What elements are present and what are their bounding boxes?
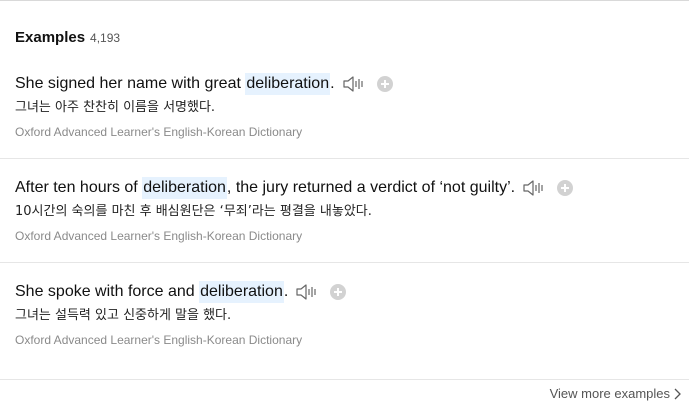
plus-icon[interactable] <box>557 180 574 196</box>
example-source[interactable]: Oxford Advanced Learner's English-Korean… <box>15 332 689 348</box>
view-more-link[interactable]: View more examples <box>550 386 681 401</box>
examples-count: 4,193 <box>90 31 121 45</box>
sentence-text: . <box>283 283 289 300</box>
plus-icon[interactable] <box>376 76 393 92</box>
view-more-label: View more examples <box>549 386 670 401</box>
divider <box>0 262 689 263</box>
sentence-text: , the jury returned a verdict of ‘not gu… <box>226 179 516 196</box>
examples-header: Examples 4,193 <box>15 29 120 46</box>
footer-divider <box>0 379 689 380</box>
highlighted-term[interactable]: deliberation <box>142 177 227 199</box>
speaker-icon[interactable] <box>294 282 320 302</box>
example-source[interactable]: Oxford Advanced Learner's English-Korean… <box>15 124 689 140</box>
speaker-icon[interactable] <box>341 74 367 94</box>
example-translation: 10시간의 숙의를 마친 후 배심원단은 ‘무죄’라는 평결을 내놓았다. <box>15 204 372 219</box>
example-translation: 그녀는 아주 찬찬히 이름을 서명했다. <box>15 100 216 115</box>
divider <box>0 158 689 159</box>
example-sentence: She signed her name with great deliberat… <box>15 73 689 95</box>
sentence-text: After ten hours of <box>15 179 143 196</box>
plus-icon[interactable] <box>330 284 347 300</box>
examples-panel: Examples 4,193 She signed her name with … <box>0 0 689 409</box>
highlighted-term[interactable]: deliberation <box>199 281 284 303</box>
highlighted-term[interactable]: deliberation <box>245 73 331 95</box>
sentence-text: She spoke with force and <box>15 283 200 300</box>
example-item: After ten hours of deliberation , the ju… <box>0 177 689 244</box>
examples-title: Examples <box>15 29 86 46</box>
example-sentence: She spoke with force and deliberation . <box>15 281 689 303</box>
example-translation: 그녀는 설득력 있고 신중하게 말을 했다. <box>15 308 232 323</box>
example-sentence: After ten hours of deliberation , the ju… <box>15 177 689 199</box>
example-item: She spoke with force and deliberation . … <box>0 281 689 348</box>
example-source[interactable]: Oxford Advanced Learner's English-Korean… <box>15 228 689 244</box>
speaker-icon[interactable] <box>521 178 547 198</box>
chevron-right-icon <box>673 388 681 400</box>
sentence-text: She signed her name with great <box>15 75 246 92</box>
sentence-text: . <box>330 75 335 92</box>
example-item: She signed her name with great deliberat… <box>0 73 689 140</box>
